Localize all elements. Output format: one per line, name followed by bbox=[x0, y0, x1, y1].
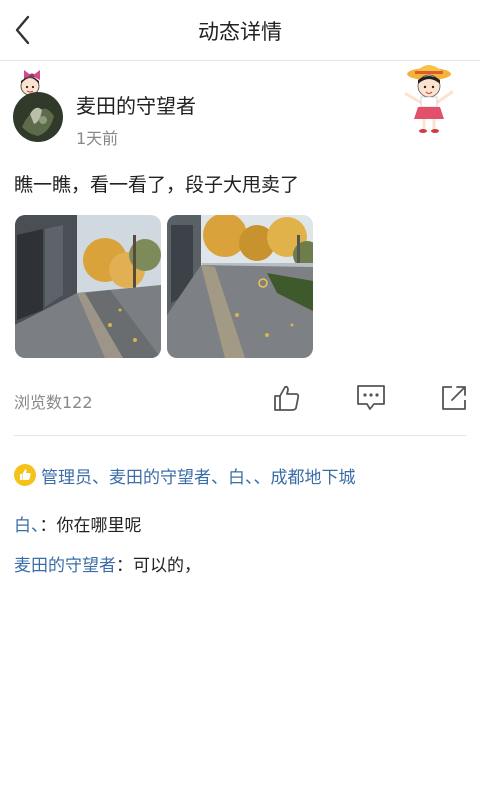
post-image-2[interactable] bbox=[167, 215, 313, 358]
author-name[interactable]: 麦田的守望者 bbox=[76, 90, 196, 119]
comment-author[interactable]: 麦田的守望者 bbox=[14, 556, 116, 576]
page-title: 动态详情 bbox=[198, 20, 282, 44]
likers-list[interactable]: 管理员、麦田的守望者、白、、成都地下城 bbox=[41, 463, 356, 488]
comment-author[interactable]: 白、 bbox=[14, 516, 40, 536]
top-bar: 动态详情 bbox=[0, 0, 480, 61]
post-time: 1天前 bbox=[76, 129, 119, 148]
divider bbox=[14, 435, 466, 436]
comment-item: 麦田的守望者：可以的， bbox=[14, 551, 201, 576]
view-count: 浏览数122 bbox=[14, 393, 93, 412]
likes-row: 管理员、麦田的守望者、白、、成都地下城 bbox=[14, 463, 356, 488]
comment-text: 你在哪里呢 bbox=[56, 516, 142, 536]
share-icon bbox=[442, 386, 466, 410]
like-button[interactable] bbox=[271, 382, 303, 414]
comment-separator: ： bbox=[116, 556, 133, 576]
avatar[interactable] bbox=[10, 64, 68, 144]
thumbs-up-badge-icon bbox=[14, 464, 36, 486]
comment-icon bbox=[357, 385, 385, 410]
post-content: 瞧一瞧，看一看了，段子大甩卖了 bbox=[14, 174, 300, 196]
comment-item: 白、：你在哪里呢 bbox=[14, 511, 142, 536]
comment-button[interactable] bbox=[355, 382, 387, 414]
comment-separator: ： bbox=[39, 516, 57, 536]
cartoon-girl-decoration bbox=[398, 62, 458, 136]
comment-text: 可以的， bbox=[133, 556, 201, 576]
thumbs-up-icon bbox=[274, 385, 300, 411]
share-button[interactable] bbox=[438, 382, 470, 414]
post-image-1[interactable] bbox=[15, 215, 161, 358]
